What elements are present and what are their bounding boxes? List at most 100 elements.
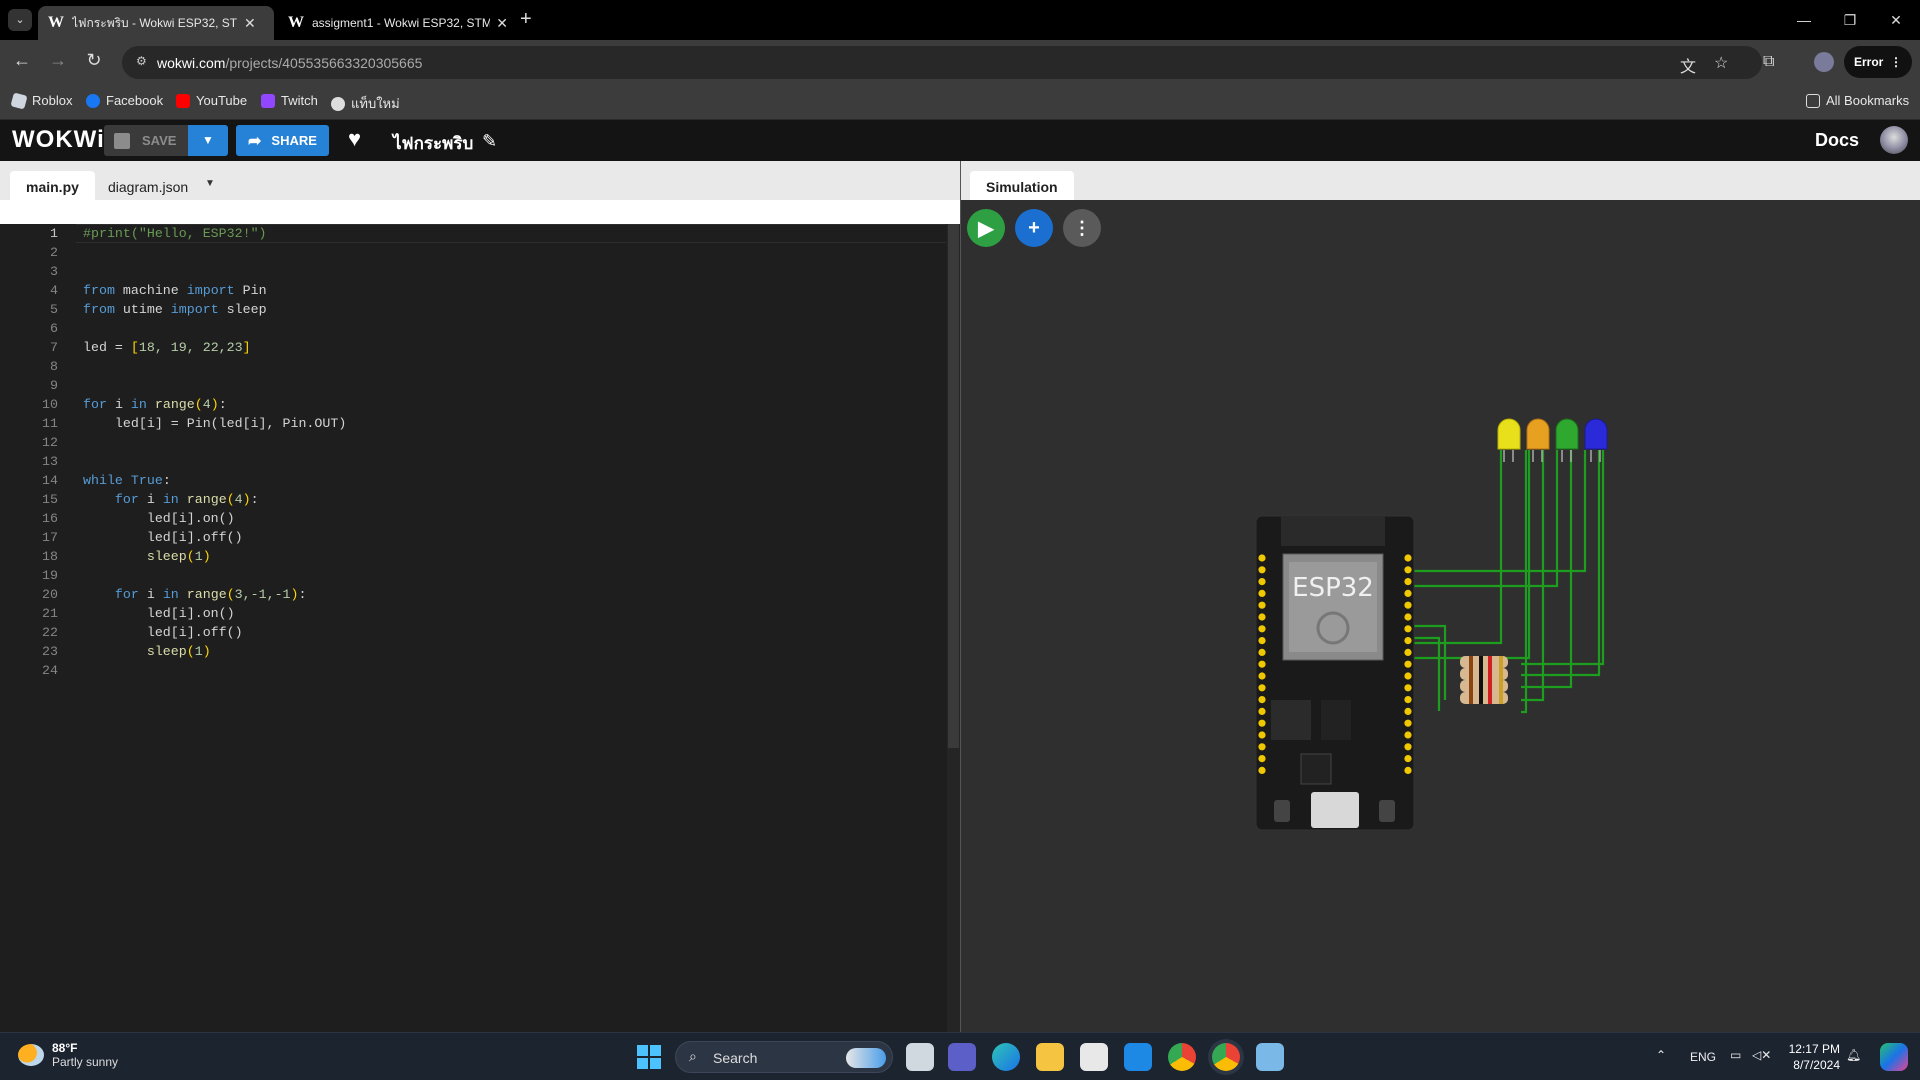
restore-button[interactable]: ❐ <box>1828 8 1872 32</box>
weather-desc: Partly sunny <box>52 1055 119 1069</box>
profile-avatar-icon[interactable] <box>1814 52 1834 72</box>
address-bar[interactable]: ⚙ wokwi.com/projects/405535663320305665 <box>122 46 1762 79</box>
weather-widget[interactable]: 88°F Partly sunny <box>18 1041 118 1069</box>
wire <box>1406 450 1587 573</box>
line-number: 4 <box>50 283 58 298</box>
show-hidden-icons-chevron-icon[interactable]: ⌃ <box>1656 1048 1666 1062</box>
file-explorer-icon[interactable] <box>1036 1043 1064 1071</box>
code-line: for i in range(3,-1,-1): <box>114 587 307 602</box>
globe-icon <box>331 96 345 111</box>
chrome-profile-icon[interactable] <box>1212 1043 1240 1071</box>
simulation-canvas[interactable]: ▶ + ⋮ ESP32 <box>961 200 1920 1032</box>
youtube-icon <box>176 93 190 108</box>
bookmark-twitch[interactable]: Twitch <box>261 93 318 108</box>
scrollbar-thumb[interactable] <box>948 224 959 748</box>
line-number: 23 <box>42 644 58 659</box>
minimize-button[interactable]: — <box>1782 8 1826 32</box>
bookmark-star-icon[interactable]: ☆ <box>1714 53 1728 73</box>
esp32-pin <box>1404 707 1412 715</box>
code-line: for i in range(4): <box>114 492 259 507</box>
edge-icon[interactable] <box>992 1043 1020 1071</box>
translate-icon[interactable]: 文 <box>1680 53 1696 77</box>
file-menu-caret-icon[interactable]: ▼ <box>205 178 215 189</box>
esp32-pin <box>1258 589 1266 597</box>
browser-tab-active[interactable]: W ไฟกระพริบ - Wokwi ESP32, STM3 ✕ <box>38 6 274 40</box>
esp32-pin <box>1258 731 1266 739</box>
browser-tab[interactable]: W assigment1 - Wokwi ESP32, STM ✕ <box>278 6 508 40</box>
close-tab-icon[interactable]: ✕ <box>496 15 508 32</box>
chrome-icon[interactable] <box>1168 1043 1196 1071</box>
esp32-pin <box>1258 625 1266 633</box>
wire <box>1521 450 1605 666</box>
bookmark-youtube[interactable]: YouTube <box>176 93 247 108</box>
close-window-button[interactable]: ✕ <box>1874 8 1918 32</box>
line-number: 3 <box>50 264 58 279</box>
bookmark-roblox[interactable]: Roblox <box>10 91 72 110</box>
code-line: from utime import sleep <box>83 302 267 317</box>
new-tab-button[interactable]: + <box>520 8 532 31</box>
esp32-pin <box>1258 637 1266 645</box>
task-view-icon[interactable] <box>906 1043 934 1071</box>
esp32-pin <box>1258 766 1266 775</box>
esp32-pin <box>1258 554 1266 562</box>
line-number: 6 <box>50 321 58 336</box>
forward-arrow-icon[interactable]: → <box>46 50 70 71</box>
line-number: 17 <box>42 530 58 545</box>
taskbar-clock[interactable]: 12:17 PM 8/7/2024 <box>1774 1041 1840 1073</box>
user-avatar[interactable] <box>1880 126 1908 154</box>
copilot-icon[interactable] <box>1880 1043 1908 1071</box>
notifications-bell-icon[interactable]: 🔔︎ <box>1846 1048 1861 1062</box>
tab-search-button[interactable]: ⌄ <box>8 9 32 31</box>
twitch-icon <box>261 93 275 108</box>
taskbar-search[interactable]: ⌕ Search <box>675 1041 893 1073</box>
save-button[interactable]: SAVE <box>104 125 188 156</box>
reload-icon[interactable]: ↻ <box>82 50 106 71</box>
tab-title: assigment1 - Wokwi ESP32, STM <box>312 16 491 30</box>
code-line: led = [18, 19, 22,23] <box>83 340 251 355</box>
tab-title: ไฟกระพริบ - Wokwi ESP32, STM3 <box>72 15 238 30</box>
save-dropdown-button[interactable]: ▼ <box>188 125 228 156</box>
wire <box>1521 450 1545 702</box>
network-icon[interactable]: ▭ <box>1730 1048 1741 1062</box>
esp32-pin <box>1258 743 1266 751</box>
remote-desktop-icon[interactable] <box>1256 1043 1284 1071</box>
wokwi-logo[interactable]: WOKWi <box>12 126 105 154</box>
esp32-pin <box>1258 684 1266 692</box>
wokwi-header: WOKWi SAVE ▼ ➦ SHARE ♥ ไฟกระพริบ ✎ Docs <box>0 120 1920 161</box>
address-url: wokwi.com/projects/405535663320305665 <box>157 55 423 71</box>
edit-pencil-icon[interactable]: ✎ <box>482 131 497 152</box>
store-icon[interactable] <box>1080 1043 1108 1071</box>
profile-error-button[interactable]: Error ⋮ <box>1844 46 1912 78</box>
tab-main-py[interactable]: main.py <box>10 171 95 200</box>
mail-icon[interactable] <box>1124 1043 1152 1071</box>
teams-icon[interactable] <box>948 1043 976 1071</box>
close-tab-icon[interactable]: ✕ <box>244 15 256 32</box>
esp32-pin <box>1404 672 1412 680</box>
esp32-pin <box>1404 719 1412 727</box>
windows-start-icon[interactable] <box>637 1045 661 1069</box>
all-bookmarks-folder[interactable]: All Bookmarks <box>1806 93 1909 108</box>
extensions-icon[interactable]: ⧉ <box>1763 53 1774 71</box>
code-editor[interactable]: 1 2 3 4 5 6 7 8 9 10 11 12 13 14 15 16 1… <box>0 224 947 1032</box>
code-line: led[i].off() <box>83 625 243 640</box>
tab-simulation[interactable]: Simulation <box>970 171 1074 200</box>
project-name[interactable]: ไฟกระพริบ <box>393 130 473 157</box>
esp32-pin <box>1404 601 1412 609</box>
bookmark-new-tab[interactable]: แท็บใหม่ <box>331 93 400 114</box>
site-info-icon[interactable]: ⚙ <box>136 54 152 70</box>
heart-icon[interactable]: ♥ <box>348 126 361 152</box>
esp32-pin <box>1258 672 1266 680</box>
language-indicator[interactable]: ENG <box>1690 1050 1716 1064</box>
back-arrow-icon[interactable]: ← <box>10 50 34 71</box>
docs-link[interactable]: Docs <box>1815 130 1859 151</box>
line-number: 1 <box>50 226 58 241</box>
tab-diagram-json[interactable]: diagram.json <box>92 171 204 200</box>
share-button[interactable]: ➦ SHARE <box>236 125 329 156</box>
volume-muted-icon[interactable]: ◁✕ <box>1752 1048 1771 1062</box>
line-number: 7 <box>50 340 58 355</box>
esp32-pin <box>1404 589 1412 597</box>
esp32-pin <box>1404 566 1412 574</box>
editor-scrollbar[interactable] <box>947 224 960 1032</box>
code-line: led[i] = Pin(led[i], Pin.OUT) <box>83 416 347 431</box>
bookmark-facebook[interactable]: Facebook <box>86 93 163 108</box>
